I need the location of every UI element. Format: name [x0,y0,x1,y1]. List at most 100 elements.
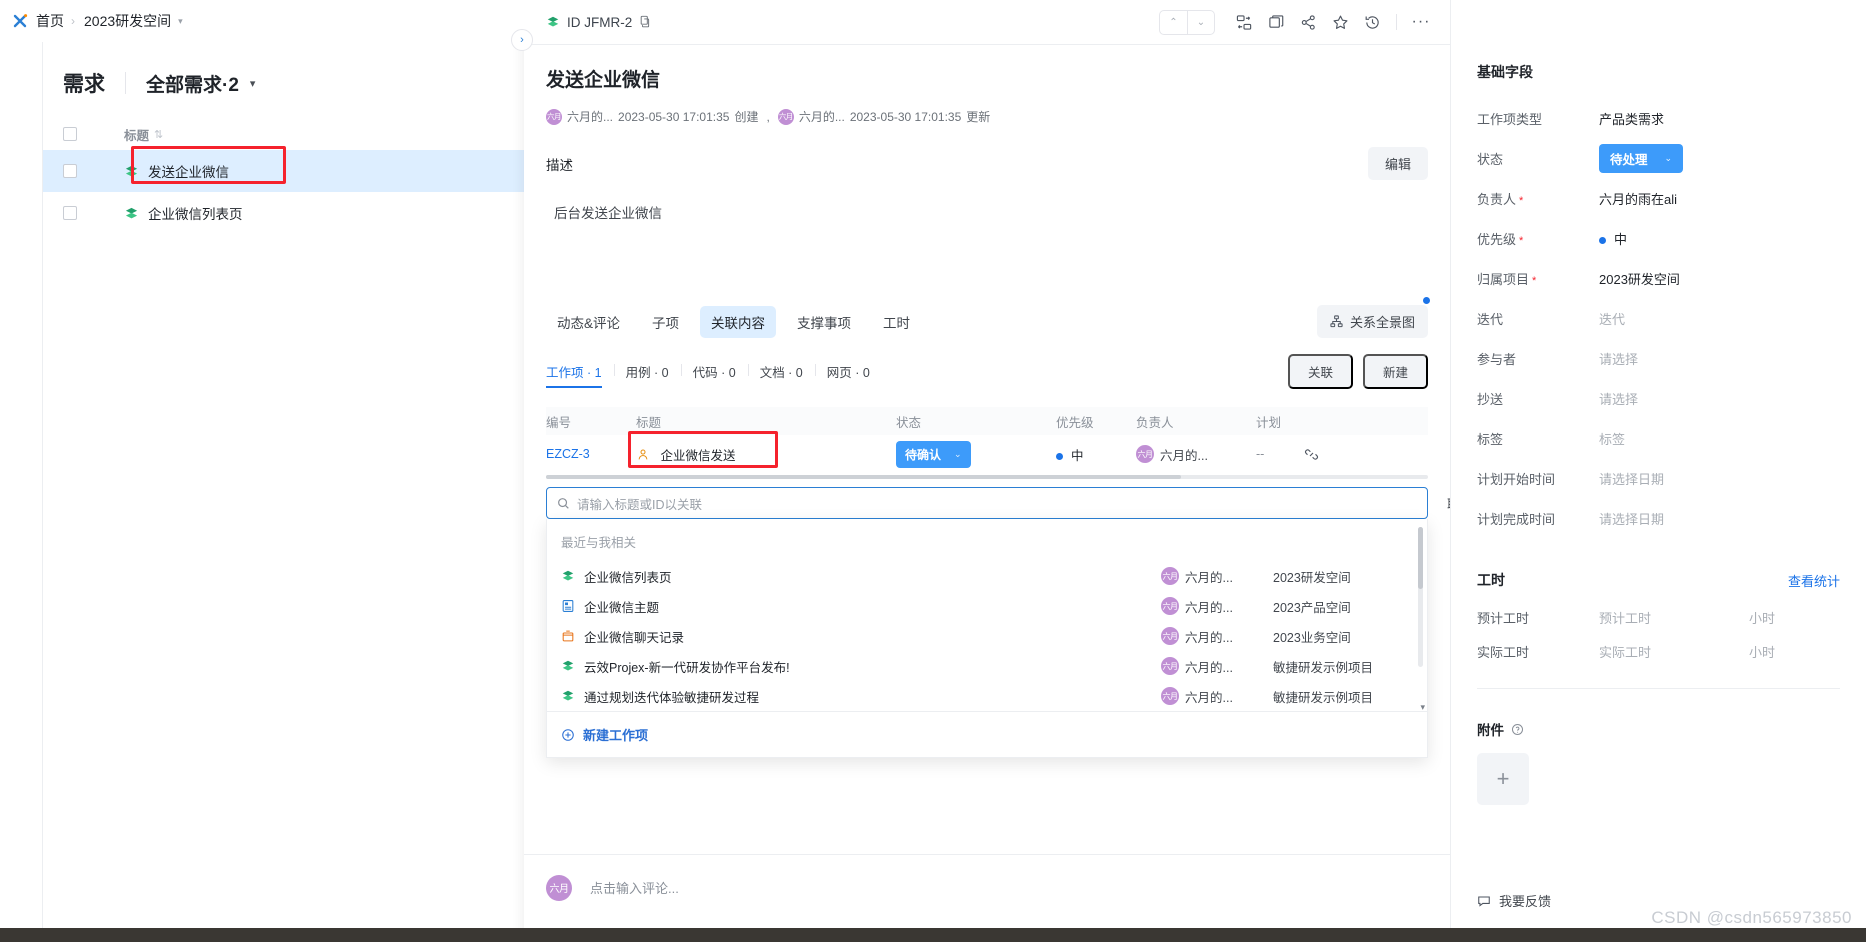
feedback-link[interactable]: 我要反馈 [1477,891,1551,910]
list-item[interactable]: 发送企业微信 [43,146,524,192]
worktime-input[interactable]: 实际工时 [1599,642,1749,661]
create-workitem-label: 新建工作项 [583,728,649,743]
description-body: 后台发送企业微信 [554,206,662,221]
meta-comma: , [766,109,770,124]
view-selector-label[interactable]: 全部需求·2 [146,70,239,97]
comment-input-placeholder[interactable]: 点击输入评论... [590,878,679,897]
more-icon[interactable]: ··· [1406,7,1436,37]
link-search-input[interactable]: 请输入标题或ID以关联 取消 [546,487,1473,519]
dropdown-item[interactable]: 企业微信聊天记录 六月 六月的... 2023业务空间 [547,621,1427,651]
worktime-row-estimated: 预计工时 预计工时 小时 [1477,600,1840,634]
dropdown-scroll-arrow-icon[interactable]: ▾ [1420,702,1425,713]
add-attachment-button[interactable]: + [1477,753,1529,805]
breadcrumb-space[interactable]: 2023研发空间 [84,11,171,31]
panel-expander-button[interactable]: › [511,29,533,51]
create-button[interactable]: 新建 [1362,354,1428,389]
dropdown-scrollbar[interactable] [1418,527,1423,667]
dropdown-item[interactable]: 云效Projex-新一代研发协作平台发布! 六月 六月的... 敏捷研发示例项目 [547,651,1427,681]
field-value[interactable]: 请选择 [1599,389,1638,408]
layers-icon [561,689,575,703]
tab-subitems[interactable]: 子项 [641,306,690,338]
table-row[interactable]: EZCZ-3 企业微信发送 待确认 ⌄ 中 六月 六月的... -- [546,430,1428,473]
app-logo-icon[interactable] [8,8,34,34]
field-value[interactable]: 请选择日期 [1599,469,1664,488]
field-label: 标签 [1477,431,1504,447]
subtab-usecases[interactable]: 用例 · 0 [613,362,681,381]
view-statistics-link[interactable]: 查看统计 [1788,571,1840,590]
list-item[interactable]: 企业微信列表页 [43,192,524,234]
dropdown-item[interactable]: 通过规划迭代体验敏捷研发过程 六月 六月的... 敏捷研发示例项目 [547,681,1427,711]
select-all-checkbox[interactable] [63,127,77,141]
duplicate-icon[interactable] [1261,7,1291,37]
edit-button[interactable]: 编辑 [1367,147,1428,180]
dropdown-item-project: 2023业务空间 [1273,630,1351,645]
next-item-button[interactable]: ⌄ [1187,10,1214,34]
required-marker: * [1519,194,1524,207]
comment-bar[interactable]: 六月 点击输入评论... [524,854,1450,920]
row-id-link[interactable]: EZCZ-3 [546,447,636,461]
sort-icon[interactable]: ⇅ [154,128,163,141]
prev-item-button[interactable]: ⌃ [1160,11,1187,34]
star-icon[interactable] [1325,7,1355,37]
detail-sidebar: 基础字段 工作项类型 产品类需求 状态 待处理 ⌄ 负责人 * 六月的雨在ali … [1450,0,1866,942]
field-value[interactable]: 请选择 [1599,349,1638,368]
history-icon[interactable] [1357,7,1387,37]
breadcrumb-caret-icon[interactable]: ▾ [178,16,183,27]
field-value[interactable]: 产品类需求 [1599,109,1664,128]
worktime-input[interactable]: 预计工时 [1599,608,1749,627]
link-button[interactable]: 关联 [1287,354,1353,389]
doc-blue-icon [561,599,575,613]
field-value[interactable]: 2023研发空间 [1599,269,1680,288]
dropdown-item[interactable]: 企业微信主题 六月 六月的... 2023产品空间 [547,591,1427,621]
worktime-unit: 小时 [1749,644,1776,660]
worktime-unit: 小时 [1749,610,1776,626]
field-row-tags: 标签 标签 [1477,418,1840,458]
field-value[interactable]: 迭代 [1599,309,1625,328]
field-value[interactable]: 中 [1599,229,1627,248]
tab-worktime[interactable]: 工时 [872,306,921,338]
layers-icon [561,659,575,673]
list-header: 需求 全部需求·2 ▾ [43,42,524,118]
subtab-docs[interactable]: 文档 · 0 [747,362,815,381]
relationship-panorama-button[interactable]: 关系全景图 [1316,297,1430,338]
table-horizontal-scrollbar[interactable] [546,475,1428,479]
field-value[interactable]: 标签 [1599,429,1625,448]
dropdown-item-project: 2023研发空间 [1273,570,1351,585]
tab-support-items[interactable]: 支撑事项 [786,306,862,338]
subtab-code[interactable]: 代码 · 0 [680,362,748,381]
share-icon[interactable] [1293,7,1323,37]
field-row-iteration: 迭代 迭代 [1477,298,1840,338]
sidebar-section-basic: 基础字段 [1477,64,1533,80]
convert-icon[interactable] [1229,7,1259,37]
field-value[interactable]: 请选择日期 [1599,509,1664,528]
field-label: 计划开始时间 [1477,471,1556,487]
field-value[interactable]: 六月的雨在ali [1599,189,1677,208]
subtab-webpages[interactable]: 网页 · 0 [814,362,882,381]
tab-related-content[interactable]: 关联内容 [700,305,777,338]
breadcrumb-home[interactable]: 首页 [36,11,64,31]
column-header-title: 标题 [124,128,150,143]
field-label: 工作项类型 [1477,111,1543,127]
description-header: 描述 编辑 [546,147,1428,180]
prev-next-group[interactable]: ⌃ ⌄ [1159,9,1215,35]
dropdown-item[interactable]: 企业微信列表页 六月 六月的... 2023研发空间 [547,561,1427,591]
subtab-workitems[interactable]: 工作项 · 1 [546,362,614,388]
row-checkbox[interactable] [63,206,77,220]
row-status-dropdown[interactable]: 待确认 ⌄ [896,440,971,468]
dropdown-item-name: 云效Projex-新一代研发协作平台发布! [584,660,790,675]
dropdown-footer[interactable]: 新建工作项 [547,711,1427,757]
tab-activity-comments[interactable]: 动态&评论 [546,306,631,338]
required-marker: * [1519,234,1524,247]
question-icon[interactable] [1511,723,1524,736]
status-badge[interactable]: 待处理 ⌄ [1599,143,1684,173]
field-label: 参与者 [1477,351,1517,367]
field-label: 计划完成时间 [1477,511,1556,527]
copy-icon[interactable] [639,15,653,29]
updater-name: 六月的... [798,110,845,124]
field-row-priority: 优先级 * 中 [1477,218,1840,258]
unlink-icon[interactable] [1304,447,1319,462]
view-selector-caret-icon[interactable]: ▾ [250,77,256,90]
updated-time: 2023-05-30 17:01:35 [849,109,962,124]
avatar: 六月 [1136,445,1154,463]
row-checkbox[interactable] [63,164,77,178]
